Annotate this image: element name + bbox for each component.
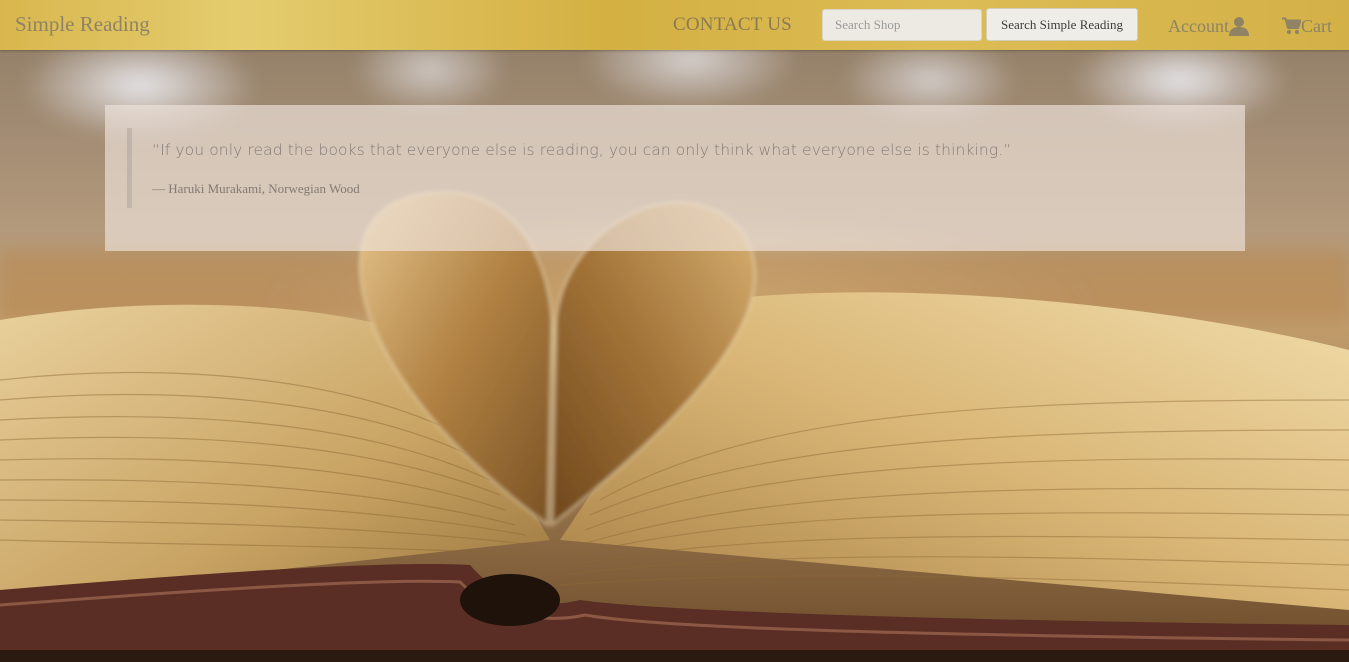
user-icon	[1228, 16, 1249, 36]
hero-background-image	[0, 0, 1349, 662]
quote-text: “If you only read the books that everyon…	[152, 141, 1012, 159]
cart-link[interactable]: Cart	[1282, 13, 1332, 39]
search-button[interactable]: Search Simple Reading	[986, 8, 1138, 41]
cart-icon	[1282, 17, 1301, 35]
blockquote-border	[127, 128, 132, 208]
brand-link[interactable]: Simple Reading	[15, 12, 150, 37]
top-navbar: Simple Reading CONTACT US Search Simple …	[0, 0, 1349, 50]
quote-panel: “If you only read the books that everyon…	[105, 105, 1245, 251]
page: Simple Reading CONTACT US Search Simple …	[0, 0, 1349, 662]
quote-citation: — Haruki Murakami, Norwegian Wood	[152, 181, 360, 196]
account-link[interactable]: Account	[1168, 13, 1249, 39]
cart-label: Cart	[1301, 15, 1332, 36]
search-input[interactable]	[822, 9, 982, 41]
account-label: Account	[1168, 15, 1229, 36]
contact-us-link[interactable]: CONTACT US	[673, 14, 792, 36]
